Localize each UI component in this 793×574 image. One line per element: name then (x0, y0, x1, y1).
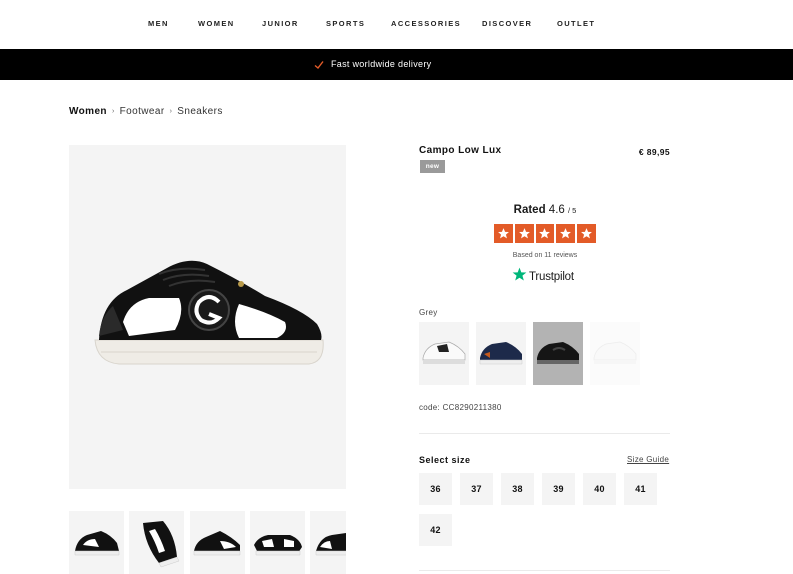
size-option-36[interactable]: 36 (419, 473, 452, 505)
nav-item-men[interactable]: MEN (148, 19, 169, 28)
chevron-right-icon: › (111, 108, 115, 115)
nav-item-sports[interactable]: SPORTS (326, 19, 365, 28)
check-icon (314, 57, 324, 70)
product-price: € 89,95 (638, 147, 670, 157)
colour-swatch-white[interactable] (419, 322, 469, 385)
star-icon (556, 224, 576, 243)
delivery-text: Fast worldwide delivery (331, 59, 432, 69)
size-option-39[interactable]: 39 (542, 473, 575, 505)
breadcrumb-item-footwear[interactable]: Footwear (120, 106, 165, 117)
delivery-banner: Fast worldwide delivery (0, 49, 793, 80)
star-icon (535, 224, 555, 243)
trustpilot-stars (494, 224, 596, 243)
nav-item-discover[interactable]: DISCOVER (482, 19, 532, 28)
thumbnail-4[interactable] (250, 511, 305, 574)
size-option-41[interactable]: 41 (624, 473, 657, 505)
size-option-38[interactable]: 38 (501, 473, 534, 505)
colour-swatch-navy[interactable] (476, 322, 526, 385)
colour-swatch-light[interactable] (590, 322, 640, 385)
size-option-40[interactable]: 40 (583, 473, 616, 505)
colour-label: Grey (419, 308, 438, 317)
product-main-image[interactable] (69, 145, 346, 489)
rating-prefix: Rated (513, 204, 546, 216)
sneaker-image (94, 260, 324, 365)
top-navigation: MEN WOMEN JUNIOR SPORTS ACCESSORIES DISC… (0, 0, 793, 48)
product-code: code: CC8290211380 (419, 403, 502, 412)
size-option-42[interactable]: 42 (419, 514, 452, 546)
nav-item-accessories[interactable]: ACCESSORIES (391, 19, 461, 28)
thumbnail-gallery (69, 511, 346, 574)
breadcrumb: Women › Footwear › Sneakers (69, 106, 223, 117)
star-icon (514, 224, 534, 243)
divider (419, 570, 670, 571)
trustpilot-logo[interactable]: Trustpilot (512, 267, 574, 287)
review-count: Based on 11 reviews (512, 252, 578, 259)
size-guide-link[interactable]: Size Guide (627, 455, 669, 464)
nav-item-women[interactable]: WOMEN (198, 19, 235, 28)
trustpilot-star-icon (512, 267, 527, 287)
thumbnail-3[interactable] (190, 511, 245, 574)
divider (419, 433, 670, 434)
nav-item-outlet[interactable]: OUTLET (557, 19, 595, 28)
new-badge: new (420, 160, 445, 173)
nav-item-junior[interactable]: JUNIOR (262, 19, 299, 28)
breadcrumb-item-sneakers[interactable]: Sneakers (177, 106, 222, 117)
thumbnail-2[interactable] (129, 511, 184, 574)
star-icon (494, 224, 513, 243)
thumbnail-5[interactable] (310, 511, 346, 574)
trustpilot-label: Trustpilot (529, 271, 574, 283)
colour-swatch-grey[interactable] (533, 322, 583, 385)
breadcrumb-item-women[interactable]: Women (69, 106, 107, 117)
rating-score: 4.6 (548, 204, 565, 216)
select-size-label: Select size (419, 455, 471, 465)
size-option-37[interactable]: 37 (460, 473, 493, 505)
thumbnail-1[interactable] (69, 511, 124, 574)
rating-out-of: / 5 (568, 206, 577, 215)
product-title: Campo Low Lux (419, 145, 502, 156)
star-icon (577, 224, 596, 243)
chevron-right-icon: › (169, 108, 173, 115)
rating-summary: Rated 4.6 / 5 (494, 204, 596, 216)
